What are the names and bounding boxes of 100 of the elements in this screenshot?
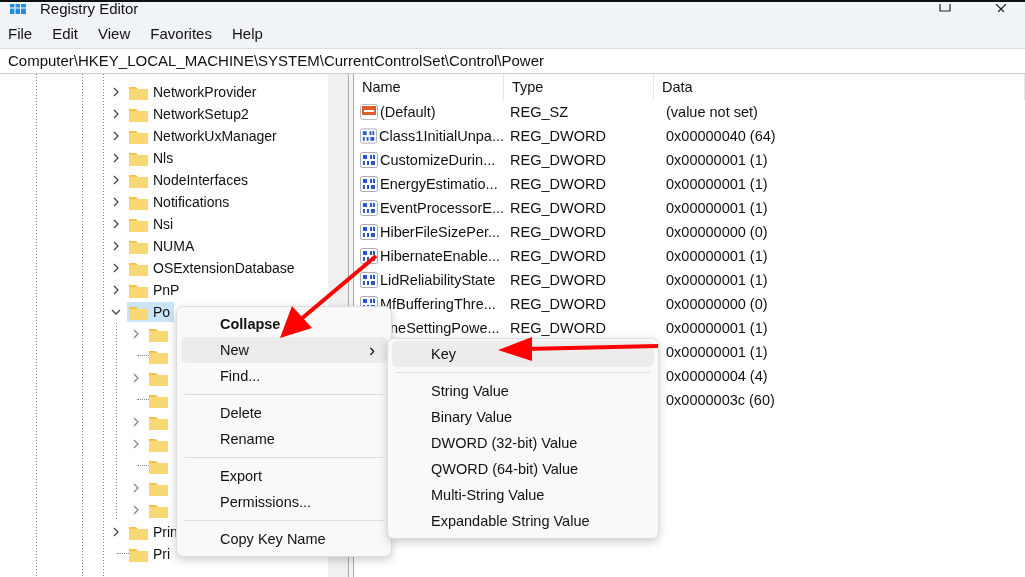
menu-item[interactable]: File xyxy=(8,24,33,42)
value-data: 0x00000000 (0) xyxy=(666,224,768,240)
tree-item[interactable]: NetworkUxManager xyxy=(127,126,281,146)
close-icon[interactable] xyxy=(995,4,1007,12)
folder-icon xyxy=(129,194,148,210)
address-field[interactable]: Computer\HKEY_LOCAL_MACHINE\SYSTEM\CurrentControlSet\Control\Power xyxy=(0,48,1025,74)
menu-option[interactable]: Export xyxy=(181,463,387,489)
binary-value-icon xyxy=(360,200,378,216)
menu-item[interactable]: Edit xyxy=(52,24,79,42)
value-name: CustomizeDurin... xyxy=(380,152,496,168)
value-type: REG_DWORD xyxy=(510,176,606,192)
chevron-icon[interactable] xyxy=(111,87,121,97)
tree-item[interactable]: OSExtensionDatabase xyxy=(127,258,299,278)
value-data: 0x00000001 (1) xyxy=(666,320,768,336)
tree-label: NetworkProvider xyxy=(153,84,257,100)
chevron-icon[interactable] xyxy=(111,307,121,317)
value-data: 0x00000001 (1) xyxy=(666,248,768,264)
chevron-icon[interactable] xyxy=(111,109,121,119)
column-header[interactable]: Type xyxy=(504,74,654,100)
tree-item[interactable]: NetworkProvider xyxy=(127,82,261,102)
folder-icon xyxy=(129,304,148,320)
folder-icon xyxy=(129,546,148,562)
folder-icon xyxy=(129,84,148,100)
folder-icon xyxy=(149,436,168,452)
binary-value-icon xyxy=(360,176,378,192)
column-header[interactable]: Data xyxy=(654,74,1025,100)
value-type: REG_DWORD xyxy=(510,248,606,264)
chevron-icon[interactable] xyxy=(111,285,121,295)
tree-item[interactable]: Pri xyxy=(127,544,175,564)
value-name: HibernateEnable... xyxy=(380,248,501,264)
tree-item[interactable]: Nsi xyxy=(127,214,178,234)
folder-icon xyxy=(149,326,168,342)
menu-option[interactable]: Delete xyxy=(181,400,387,426)
value-data: 0x00000001 (1) xyxy=(666,176,768,192)
menu-option[interactable]: Multi-String Value xyxy=(392,482,654,508)
folder-icon xyxy=(129,524,148,540)
menu-item[interactable]: Help xyxy=(231,24,263,42)
value-data: 0x00000001 (1) xyxy=(666,272,768,288)
tree-item[interactable]: NodeInterfaces xyxy=(127,170,252,190)
tree-label: NUMA xyxy=(153,238,195,254)
tree-item[interactable]: Notifications xyxy=(127,192,234,212)
folder-icon xyxy=(129,238,148,254)
value-name: EventProcessorE... xyxy=(379,200,504,216)
tree-item[interactable]: NetworkSetup2 xyxy=(127,104,253,124)
chevron-icon[interactable] xyxy=(111,197,121,207)
value-type: REG_DWORD xyxy=(510,320,606,336)
folder-icon xyxy=(129,150,148,166)
menu-option[interactable]: Binary Value xyxy=(392,404,654,430)
folder-icon xyxy=(149,480,168,496)
menu-option[interactable]: Rename xyxy=(181,426,387,452)
folder-icon xyxy=(149,458,168,474)
tree-label: Pri xyxy=(153,546,171,562)
menu-item[interactable]: View xyxy=(98,24,131,42)
maximize-icon[interactable] xyxy=(939,4,951,12)
menu-option[interactable]: QWORD (64-bit) Value xyxy=(392,456,654,482)
chevron-icon[interactable] xyxy=(111,241,121,251)
chevron-icon[interactable] xyxy=(111,153,121,163)
tree-label: PnP xyxy=(153,282,180,298)
menu-option[interactable]: Expandable String Value xyxy=(392,508,654,534)
chevron-icon[interactable] xyxy=(111,219,121,229)
folder-icon xyxy=(129,172,148,188)
value-name: HiberFileSizePer... xyxy=(380,224,501,240)
menu-option[interactable]: Collapse xyxy=(181,311,387,337)
menu-option[interactable]: New › xyxy=(181,337,387,363)
chevron-icon[interactable] xyxy=(111,527,121,537)
folder-icon xyxy=(149,502,168,518)
chevron-icon[interactable] xyxy=(111,131,121,141)
value-type: REG_DWORD xyxy=(510,152,606,168)
binary-value-icon xyxy=(360,224,378,240)
folder-icon xyxy=(129,106,148,122)
binary-value-icon xyxy=(360,152,378,168)
column-header[interactable]: Name xyxy=(360,74,504,100)
menu-option[interactable]: Permissions... xyxy=(181,489,387,515)
app-icon xyxy=(10,4,26,14)
tree-item[interactable]: NUMA xyxy=(127,236,199,256)
tree-item[interactable]: Po xyxy=(127,302,175,322)
value-type: REG_DWORD xyxy=(510,296,606,312)
value-type: REG_DWORD xyxy=(510,272,606,288)
tree-item[interactable]: PnP xyxy=(127,280,184,300)
value-name: Class1InitialUnpa... xyxy=(379,128,504,144)
folder-icon xyxy=(149,370,168,386)
folder-icon xyxy=(129,260,148,276)
menu-option[interactable]: String Value xyxy=(392,378,654,404)
menu-option[interactable]: Find... xyxy=(181,363,387,389)
menu-item[interactable]: Favorites xyxy=(150,24,212,42)
value-name: MfBufferingThre... xyxy=(380,296,496,312)
folder-icon xyxy=(149,348,168,364)
tree-label: Notifications xyxy=(153,194,230,210)
folder-icon xyxy=(129,128,148,144)
menu-option[interactable]: Copy Key Name xyxy=(181,526,387,552)
value-name: neSettingPowe... xyxy=(390,320,500,336)
value-type: REG_SZ xyxy=(510,104,568,120)
chevron-icon[interactable] xyxy=(111,263,121,273)
value-name: (Default) xyxy=(380,104,436,120)
value-type: REG_DWORD xyxy=(510,200,606,216)
binary-value-icon xyxy=(360,128,378,144)
chevron-icon[interactable] xyxy=(111,175,121,185)
value-data: 0x00000001 (1) xyxy=(666,152,768,168)
tree-item[interactable]: Nls xyxy=(127,148,178,168)
menu-option[interactable]: DWORD (32-bit) Value xyxy=(392,430,654,456)
